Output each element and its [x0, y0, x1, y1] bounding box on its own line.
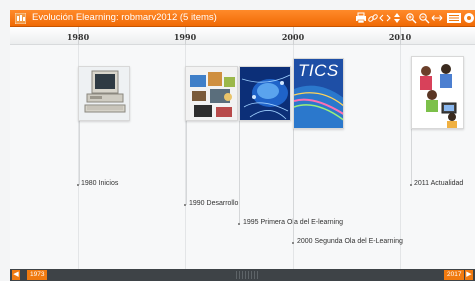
- event-marker: [410, 184, 412, 186]
- title-bar: Evolución Elearning: robmarv2012 (5 item…: [10, 10, 475, 27]
- timeline-navigator[interactable]: ◀ 1973 2017 ▶: [10, 269, 475, 281]
- event-stem: [293, 128, 294, 243]
- event-image-students[interactable]: [411, 56, 464, 129]
- scroll-left-icon[interactable]: ◀: [12, 270, 20, 280]
- fit-icon[interactable]: [431, 12, 443, 24]
- scroll-handle[interactable]: [236, 271, 260, 279]
- decade-line: [400, 45, 401, 269]
- nav-start-year: 1973: [27, 270, 48, 280]
- event-stem: [186, 120, 187, 205]
- event-image-collage[interactable]: [185, 66, 238, 121]
- year-label-2000: 2000: [281, 32, 305, 42]
- zoom-in-icon[interactable]: [405, 12, 417, 24]
- timeline-app: Evolución Elearning: robmarv2012 (5 item…: [0, 0, 475, 281]
- event-image-network[interactable]: [239, 66, 291, 121]
- event-label[interactable]: 2011 Actualidad: [414, 180, 463, 187]
- year-label-1990: 1990: [173, 32, 197, 42]
- event-marker: [292, 242, 294, 244]
- nav-end-year: 2017: [444, 270, 465, 280]
- event-marker: [77, 184, 79, 186]
- zoom-out-icon[interactable]: [418, 12, 430, 24]
- event-marker: [238, 223, 240, 225]
- event-stem: [239, 120, 240, 224]
- event-stem: [411, 128, 412, 185]
- settings-icon[interactable]: [463, 12, 475, 24]
- window-title: Evolución Elearning: robmarv2012 (5 item…: [32, 12, 217, 23]
- event-stem: [79, 120, 80, 185]
- event-label[interactable]: 1980 Inicios: [81, 180, 118, 187]
- event-label[interactable]: 1990 Desarrollo: [189, 200, 238, 207]
- timeline-logo-icon: [15, 13, 26, 24]
- event-label[interactable]: 2000 Segunda Ola del E-Learning: [297, 238, 403, 245]
- scroll-right-icon[interactable]: ▶: [465, 270, 473, 280]
- year-label-2010: 2010: [388, 32, 412, 42]
- year-label-1980: 1980: [66, 32, 90, 42]
- event-marker: [184, 204, 186, 206]
- link-icon[interactable]: [367, 12, 379, 24]
- print-icon[interactable]: [355, 12, 367, 24]
- tics-image-text: TICS: [298, 61, 339, 80]
- embed-icon[interactable]: [379, 12, 391, 24]
- list-view-icon[interactable]: [447, 12, 461, 24]
- year-header: 1980 1990 2000 2010: [10, 27, 475, 45]
- updown-icon[interactable]: [391, 12, 403, 24]
- event-image-computer[interactable]: [78, 66, 130, 121]
- event-image-tics[interactable]: TICS: [293, 58, 344, 129]
